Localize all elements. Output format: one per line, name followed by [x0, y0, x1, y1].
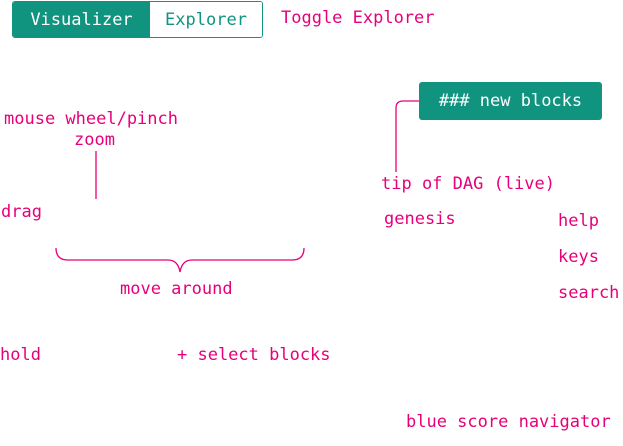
blue-score-navigator-hint: blue score navigator [406, 412, 611, 432]
hold-hint: hold [0, 345, 41, 365]
drag-hint: drag [1, 202, 42, 222]
zoom-hint-line1: mouse wheel/pinch [4, 109, 178, 129]
tip-of-dag-hint: tip of DAG (live) [381, 174, 555, 194]
new-blocks-button[interactable]: ### new blocks [419, 82, 602, 120]
move-around-hint: move around [120, 279, 233, 299]
keys-hint: keys [558, 247, 599, 267]
move-around-brace [55, 247, 305, 273]
hint-connectors [55, 100, 419, 273]
genesis-hint: genesis [384, 209, 456, 229]
help-hint: help [558, 211, 599, 231]
new-blocks-connector-line [395, 100, 419, 172]
zoom-hint-line2: zoom [74, 130, 115, 150]
search-hint: search [558, 283, 620, 303]
select-blocks-hint: + select blocks [177, 345, 331, 365]
